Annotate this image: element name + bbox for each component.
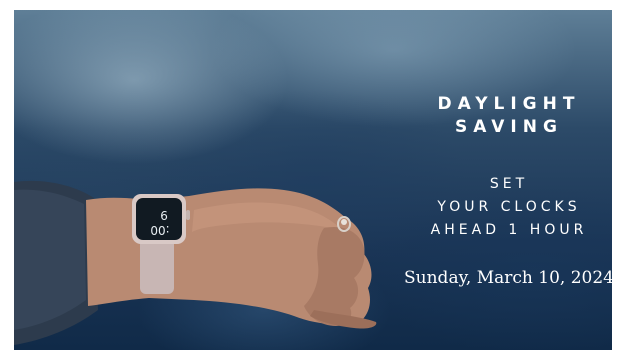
- watch-hour-digit: 9: [160, 208, 168, 222]
- event-date: Sunday, March 10, 2024: [404, 268, 612, 288]
- message-line-3: AHEAD 1 HOUR: [430, 222, 588, 238]
- announcement-image: 9 :00 DAYLIGHT SAVING SET YOUR CLOCKS AH…: [14, 10, 612, 350]
- headline-line-1: DAYLIGHT: [437, 94, 581, 114]
- watch-band-bottom: [140, 238, 174, 294]
- message-line-2: YOUR CLOCKS: [437, 199, 581, 215]
- watch-minutes: :00: [150, 223, 169, 237]
- message-line-1: SET: [489, 176, 529, 192]
- headline-line-2: SAVING: [455, 117, 563, 137]
